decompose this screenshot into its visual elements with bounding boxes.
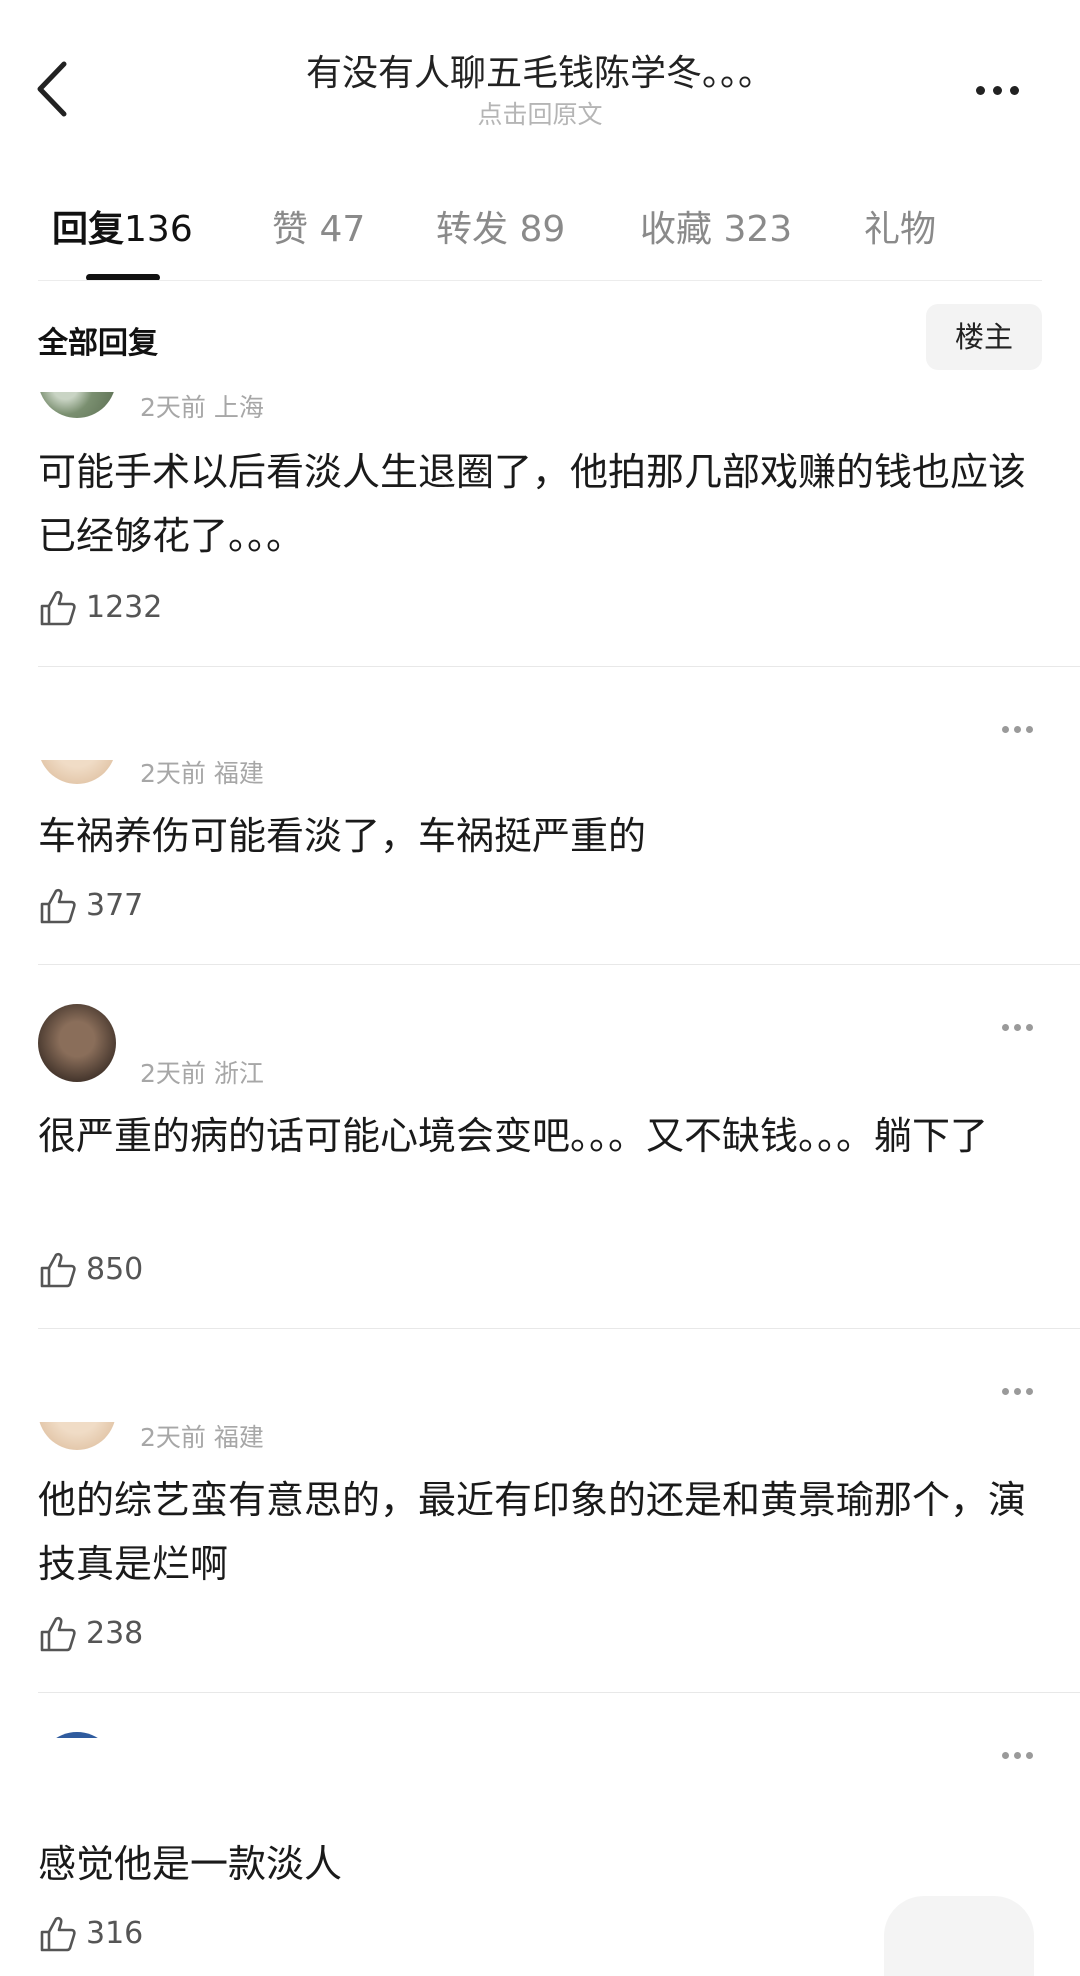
thumbs-up-icon: [40, 1616, 76, 1652]
avatar-image: [38, 1422, 116, 1450]
avatar[interactable]: [38, 1004, 116, 1084]
view-original-link[interactable]: 点击回原文: [160, 100, 920, 130]
like-count: 850: [86, 1252, 144, 1287]
comment-meta: 2天前 福建: [140, 1423, 264, 1452]
thumbs-up-icon: [40, 1252, 76, 1288]
back-button[interactable]: [30, 58, 78, 120]
avatar-image: [38, 392, 116, 418]
tab-reposts[interactable]: 转发 89: [436, 200, 565, 252]
divider: [38, 1328, 1080, 1329]
tab-gifts[interactable]: 礼物: [864, 200, 936, 252]
comment-text: 他的综艺蛮有意思的，最近有印象的还是和黄景瑜那个，演技真是烂啊: [38, 1478, 1027, 1586]
avatar-image: [38, 1004, 116, 1082]
tab-favorites[interactable]: 收藏 323: [640, 200, 792, 252]
more-horizontal-icon: [1002, 1024, 1009, 1031]
comment-text: 车祸养伤可能看淡了，车祸挺严重的: [38, 814, 647, 858]
tab-likes[interactable]: 赞 47: [272, 200, 365, 252]
tab-replies[interactable]: 回复136: [52, 200, 193, 252]
avatar[interactable]: [38, 760, 116, 784]
all-replies-label: 全部回复: [38, 326, 158, 361]
more-options-button[interactable]: [976, 80, 1036, 102]
comment-more-button[interactable]: [1002, 1744, 1042, 1759]
comment-more-button[interactable]: [1002, 718, 1042, 733]
avatar-image: [38, 760, 116, 784]
divider: [38, 280, 1042, 281]
thumbs-up-icon: [40, 1916, 76, 1952]
comment-meta: 2天前 上海: [140, 393, 264, 422]
avatar[interactable]: [38, 1422, 116, 1450]
comment-text: 感觉他是一款淡人: [38, 1842, 343, 1886]
avatar[interactable]: [38, 392, 116, 418]
divider: [38, 964, 1080, 965]
comment-text: 可能手术以后看淡人生退圈了，他拍那几部戏赚的钱也应该已经够花了。。。: [38, 450, 1027, 558]
like-count: 238: [86, 1616, 144, 1651]
comment-text: 很严重的病的话可能心境会变吧。。。又不缺钱。。。躺下了: [38, 1114, 989, 1158]
tab-bar: 回复136 赞 47 转发 89 收藏 323 礼物: [0, 200, 1080, 281]
more-horizontal-icon: [1002, 1388, 1009, 1395]
divider: [38, 666, 1080, 667]
page-title: 有没有人聊五毛钱陈学冬。。。: [305, 53, 774, 94]
more-horizontal-icon: [1002, 726, 1009, 733]
chevron-left-icon: [37, 61, 67, 117]
more-horizontal-icon: [976, 86, 985, 95]
like-count: 377: [86, 888, 144, 923]
like-count: 1232: [86, 590, 163, 625]
divider: [38, 1692, 1080, 1693]
thumbs-up-icon: [40, 888, 76, 924]
thumbs-up-icon: [40, 590, 76, 626]
comment-meta: 2天前 福建: [140, 759, 264, 788]
comment-more-button[interactable]: [1002, 1016, 1042, 1031]
comment-meta: 2天前 浙江: [140, 1054, 274, 1090]
more-horizontal-icon: [1002, 1752, 1009, 1759]
floating-action-button[interactable]: [884, 1896, 1034, 1976]
avatar[interactable]: [38, 1732, 116, 1738]
avatar-image: [38, 1732, 116, 1738]
comment-more-button[interactable]: [1002, 1380, 1042, 1395]
op-only-button[interactable]: 楼主: [926, 304, 1042, 370]
like-count: 316: [86, 1916, 144, 1951]
